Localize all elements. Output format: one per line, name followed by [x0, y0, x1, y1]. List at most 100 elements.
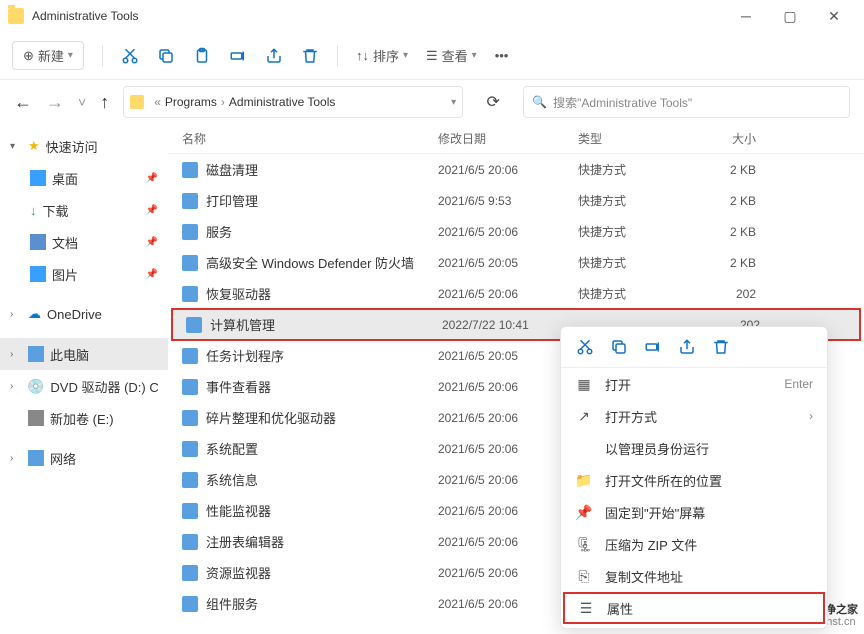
file-row[interactable]: 高级安全 Windows Defender 防火墙 2021/6/5 20:05… [168, 247, 864, 278]
file-date: 2021/6/5 20:05 [438, 349, 578, 363]
sort-icon: ↑↓ [356, 48, 369, 63]
crumb-admintools[interactable]: Administrative Tools [229, 95, 336, 109]
col-size[interactable]: 大小 [696, 130, 756, 147]
sidebar-onedrive[interactable]: ›☁OneDrive [0, 298, 168, 330]
file-name: 服务 [206, 222, 438, 241]
sidebar-network[interactable]: ›网络 [0, 442, 168, 474]
file-size: 202 [696, 287, 756, 301]
file-icon [186, 317, 202, 333]
cm-delete-icon[interactable] [711, 337, 731, 357]
file-date: 2021/6/5 20:06 [438, 597, 578, 611]
rename-button[interactable] [229, 47, 247, 65]
sidebar-quick-access[interactable]: ▾★快速访问 [0, 130, 168, 162]
file-date: 2021/6/5 20:06 [438, 380, 578, 394]
forward-button[interactable]: → [46, 92, 64, 113]
file-row[interactable]: 打印管理 2021/6/5 9:53 快捷方式 2 KB [168, 185, 864, 216]
file-date: 2021/6/5 20:06 [438, 225, 578, 239]
search-input[interactable]: 🔍 搜索"Administrative Tools" [523, 86, 850, 118]
sidebar-this-pc[interactable]: ›此电脑 [0, 338, 168, 370]
file-name: 注册表编辑器 [206, 532, 438, 551]
up-button[interactable]: ˅ [78, 94, 86, 110]
chevron-down-icon[interactable]: ▾ [451, 97, 456, 108]
minimize-button[interactable]: ─ [724, 2, 768, 30]
file-row[interactable]: 磁盘清理 2021/6/5 20:06 快捷方式 2 KB [168, 154, 864, 185]
crumb-programs[interactable]: Programs [165, 95, 217, 109]
file-icon [182, 534, 198, 550]
cm-openloc[interactable]: 📁打开文件所在的位置 [561, 464, 827, 496]
cm-open[interactable]: ▦打开Enter [561, 368, 827, 400]
sort-button[interactable]: ↑↓ 排序 ▾ [356, 46, 408, 65]
file-name: 碎片整理和优化驱动器 [206, 408, 438, 427]
file-icon [182, 596, 198, 612]
file-date: 2021/6/5 20:06 [438, 411, 578, 425]
column-header[interactable]: 名称 修改日期 类型 大小 [168, 124, 864, 154]
paste-button[interactable] [193, 47, 211, 65]
file-icon [182, 472, 198, 488]
delete-button[interactable] [301, 47, 319, 65]
chevron-down-icon: ▾ [472, 50, 477, 61]
sidebar-documents[interactable]: 文档📌 [0, 226, 168, 258]
file-name: 系统信息 [206, 470, 438, 489]
back-button[interactable]: ← [14, 92, 32, 113]
file-name: 计算机管理 [210, 315, 442, 334]
file-name: 恢复驱动器 [206, 284, 438, 303]
file-size: 2 KB [696, 194, 756, 208]
separator [102, 45, 103, 67]
sidebar: ▾★快速访问 桌面📌 ↓下载📌 文档📌 图片📌 ›☁OneDrive ›此电脑 … [0, 124, 168, 620]
cm-openwith[interactable]: ↗打开方式› [561, 400, 827, 432]
chevron-down-icon: ▾ [403, 50, 408, 61]
properties-icon: ☰ [577, 599, 595, 617]
folder-icon [8, 8, 24, 24]
file-name: 磁盘清理 [206, 160, 438, 179]
file-name: 打印管理 [206, 191, 438, 210]
file-row[interactable]: 服务 2021/6/5 20:06 快捷方式 2 KB [168, 216, 864, 247]
window-title: Administrative Tools [32, 9, 724, 23]
cm-zip[interactable]: 🗜压缩为 ZIP 文件 [561, 528, 827, 560]
file-date: 2021/6/5 20:06 [438, 442, 578, 456]
cm-share-icon[interactable] [677, 337, 697, 357]
file-icon [182, 224, 198, 240]
sidebar-newvol[interactable]: 新加卷 (E:) [0, 402, 168, 434]
up-dir-button[interactable]: ↑ [100, 92, 109, 113]
col-type[interactable]: 类型 [578, 130, 696, 147]
chevron-down-icon: ▾ [68, 50, 73, 61]
cm-properties[interactable]: ☰属性 [563, 592, 825, 624]
cm-runas[interactable]: 以管理员身份运行 [561, 432, 827, 464]
col-name[interactable]: 名称 [182, 130, 438, 147]
separator [337, 45, 338, 67]
file-name: 组件服务 [206, 594, 438, 613]
file-date: 2021/6/5 20:06 [438, 163, 578, 177]
context-menu: ▦打开Enter ↗打开方式› 以管理员身份运行 📁打开文件所在的位置 📌固定到… [560, 326, 828, 629]
file-date: 2021/6/5 20:06 [438, 287, 578, 301]
file-icon [182, 162, 198, 178]
file-name: 性能监视器 [206, 501, 438, 520]
refresh-button[interactable]: ⟳ [477, 92, 509, 112]
file-icon [182, 441, 198, 457]
maximize-button[interactable]: ▢ [768, 2, 812, 30]
more-button[interactable]: ••• [495, 48, 509, 63]
close-button[interactable]: ✕ [812, 2, 856, 30]
copy-button[interactable] [157, 47, 175, 65]
cm-copypath[interactable]: ⎘复制文件地址 [561, 560, 827, 592]
cm-copy-icon[interactable] [609, 337, 629, 357]
file-row[interactable]: 恢复驱动器 2021/6/5 20:06 快捷方式 202 [168, 278, 864, 309]
file-type: 快捷方式 [578, 223, 696, 240]
file-icon [182, 379, 198, 395]
sidebar-dvd[interactable]: ›💿DVD 驱动器 (D:) CC [0, 370, 168, 402]
plus-icon: ⊕ [23, 48, 34, 64]
file-date: 2021/6/5 20:06 [438, 566, 578, 580]
cm-rename-icon[interactable] [643, 337, 663, 357]
share-button[interactable] [265, 47, 283, 65]
sidebar-desktop[interactable]: 桌面📌 [0, 162, 168, 194]
file-size: 2 KB [696, 225, 756, 239]
sidebar-downloads[interactable]: ↓下载📌 [0, 194, 168, 226]
sidebar-pictures[interactable]: 图片📌 [0, 258, 168, 290]
col-date[interactable]: 修改日期 [438, 130, 578, 147]
new-button[interactable]: ⊕ 新建 ▾ [12, 41, 84, 70]
cm-cut-icon[interactable] [575, 337, 595, 357]
cm-pin[interactable]: 📌固定到"开始"屏幕 [561, 496, 827, 528]
view-button[interactable]: ☰ 查看 ▾ [426, 46, 477, 65]
cut-button[interactable] [121, 47, 139, 65]
breadcrumb[interactable]: « Programs › Administrative Tools ▾ [123, 86, 463, 118]
pin-icon: 📌 [575, 503, 593, 521]
